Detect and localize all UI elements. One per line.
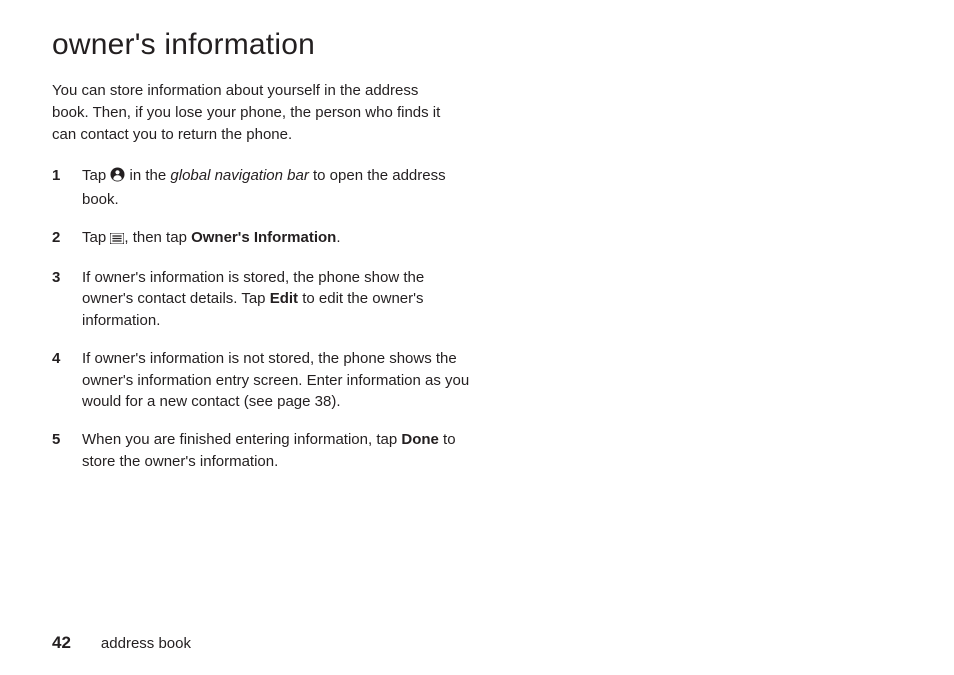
text-run: Tap bbox=[82, 229, 110, 246]
text-run: , then tap bbox=[124, 229, 191, 246]
step-text: If owner's information is stored, the ph… bbox=[82, 267, 472, 332]
instruction-list: 1 Tap in the global navigation bar to op… bbox=[52, 165, 472, 472]
document-page: owner's information You can store inform… bbox=[0, 0, 540, 509]
page-title: owner's information bbox=[52, 28, 480, 62]
menu-icon bbox=[110, 229, 124, 251]
text-bold: Owner's Information bbox=[191, 229, 336, 246]
step-number: 3 bbox=[52, 267, 82, 332]
step-item: 3 If owner's information is stored, the … bbox=[52, 267, 472, 332]
text-bold: Done bbox=[401, 431, 439, 448]
step-item: 5 When you are finished entering informa… bbox=[52, 429, 472, 473]
text-run: in the bbox=[125, 167, 170, 184]
intro-paragraph: You can store information about yourself… bbox=[52, 80, 452, 145]
page-footer: 42 address book bbox=[52, 633, 191, 653]
text-run: Tap bbox=[82, 167, 110, 184]
step-number: 1 bbox=[52, 165, 82, 211]
step-number: 4 bbox=[52, 348, 82, 413]
text-italic: global navigation bar bbox=[170, 167, 308, 184]
step-text: Tap in the global navigation bar to open… bbox=[82, 165, 472, 211]
section-name: address book bbox=[101, 635, 191, 652]
step-item: 4 If owner's information is not stored, … bbox=[52, 348, 472, 413]
step-item: 2 Tap , then tap Owner's Information. bbox=[52, 227, 472, 251]
step-number: 5 bbox=[52, 429, 82, 473]
step-text: If owner's information is not stored, th… bbox=[82, 348, 472, 413]
text-bold: Edit bbox=[270, 290, 298, 307]
page-number: 42 bbox=[52, 633, 71, 652]
contact-icon bbox=[110, 167, 125, 189]
text-run: . bbox=[336, 229, 340, 246]
step-text: When you are finished entering informati… bbox=[82, 429, 472, 473]
step-text: Tap , then tap Owner's Information. bbox=[82, 227, 472, 251]
step-item: 1 Tap in the global navigation bar to op… bbox=[52, 165, 472, 211]
text-run: When you are finished entering informati… bbox=[82, 431, 401, 448]
text-run: If owner's information is not stored, th… bbox=[82, 350, 469, 411]
step-number: 2 bbox=[52, 227, 82, 251]
